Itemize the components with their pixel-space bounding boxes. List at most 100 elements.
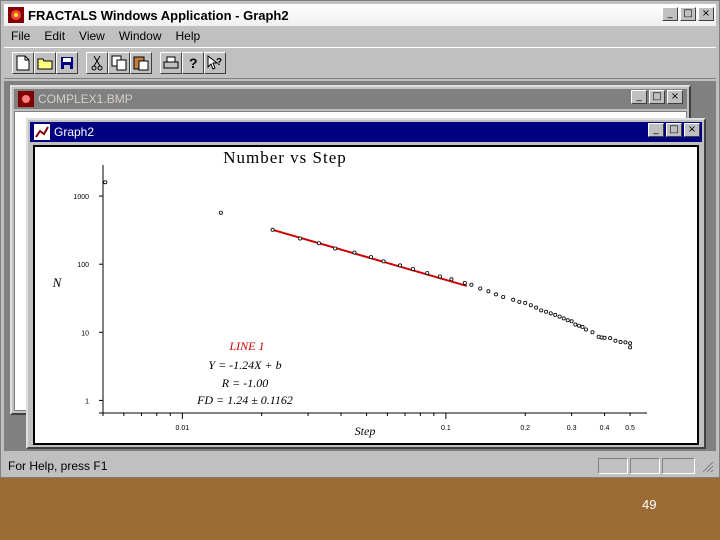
data-point: [333, 246, 338, 251]
data-point: [623, 340, 628, 345]
data-point: [410, 267, 415, 272]
page-number: 49: [642, 497, 657, 512]
status-pane-3: [662, 458, 695, 474]
data-point: [449, 277, 454, 282]
cut-button[interactable]: [86, 52, 108, 74]
data-point: [580, 324, 585, 329]
complex-maximize-button[interactable]: □: [649, 90, 665, 104]
graph-minimize-button[interactable]: _: [648, 123, 664, 137]
graph-window-title: Graph2: [54, 125, 95, 139]
data-point: [469, 282, 474, 287]
mdi-client-area: COMPLEX1.BMP _ □ × Graph2 _ □ × Number v…: [4, 81, 716, 451]
status-pane-1: [598, 458, 628, 474]
data-point: [539, 308, 544, 313]
graph-window[interactable]: Graph2 _ □ × Number vs Step N Step 1000 1…: [26, 118, 706, 449]
paste-button[interactable]: [130, 52, 152, 74]
data-point: [618, 340, 623, 345]
data-point: [561, 316, 566, 321]
copy-button[interactable]: [108, 52, 130, 74]
annotation-line-label: LINE 1: [228, 339, 264, 353]
menu-edit[interactable]: Edit: [37, 29, 72, 43]
data-point: [103, 180, 108, 185]
help-button[interactable]: ?: [182, 52, 204, 74]
data-point: [544, 309, 549, 314]
x-axis-label: Step: [355, 424, 376, 438]
bitmap-icon: [18, 91, 34, 107]
data-point: [494, 292, 499, 297]
data-point: [613, 338, 618, 343]
data-point: [628, 345, 633, 350]
data-point: [583, 327, 588, 332]
complex-minimize-button[interactable]: _: [631, 90, 647, 104]
chart-title: Number vs Step: [223, 148, 347, 167]
data-point: [590, 330, 595, 335]
data-point: [534, 305, 539, 310]
resize-grip-icon[interactable]: [702, 461, 714, 473]
fit-annotation: LINE 1 Y = -1.24X + b R = -1.00 FD = 1.2…: [196, 339, 293, 407]
cut-icon: [91, 55, 103, 71]
data-point: [438, 274, 443, 279]
help-icon: ?: [189, 55, 198, 71]
data-point: [462, 280, 467, 285]
context-help-button[interactable]: ?: [204, 52, 226, 74]
x-tick-label: 0.01: [176, 425, 190, 432]
x-tick-label: 0.2: [520, 425, 530, 432]
data-point: [608, 336, 613, 341]
print-button[interactable]: [160, 52, 182, 74]
y-tick-label: 100: [77, 262, 89, 269]
data-point: [628, 341, 633, 346]
maximize-button[interactable]: □: [680, 7, 696, 21]
x-tick-label: 0.5: [625, 425, 635, 432]
status-bar: For Help, press F1: [4, 455, 716, 477]
save-icon: [61, 57, 73, 69]
status-pane-2: [630, 458, 660, 474]
fractal-app-icon: [8, 7, 24, 23]
data-point: [352, 250, 357, 255]
graph-maximize-button[interactable]: □: [666, 123, 682, 137]
chart-svg: Number vs Step N Step 1000 100 10 1 0.01 0.1 0…: [52, 148, 647, 438]
chart-axes: 1000 100 10 1 0.01 0.1 0.2 0.3 0.4 0.5: [73, 165, 647, 432]
data-point: [517, 299, 522, 304]
menu-window[interactable]: Window: [112, 29, 169, 43]
data-point: [553, 312, 558, 317]
app-window: FRACTALS Windows Application - Graph2 _ …: [0, 0, 720, 478]
data-point: [381, 259, 386, 264]
print-icon: [163, 56, 179, 69]
y-tick-label: 1: [85, 398, 89, 405]
annotation-r-value: R = -1.00: [221, 376, 268, 390]
toolbar: ? ?: [4, 47, 716, 79]
data-point: [425, 271, 430, 276]
complex-close-button[interactable]: ×: [667, 90, 683, 104]
chart-plot-area: Number vs Step N Step 1000 100 10 1 0.01 0.1 0…: [33, 145, 699, 445]
x-tick-label: 0.1: [441, 425, 451, 432]
menu-help[interactable]: Help: [169, 29, 208, 43]
open-button[interactable]: [34, 52, 56, 74]
close-button[interactable]: ×: [698, 7, 714, 21]
graph-window-titlebar[interactable]: Graph2: [30, 122, 702, 142]
complex-window-titlebar[interactable]: COMPLEX1.BMP: [14, 89, 687, 109]
data-point: [528, 303, 533, 308]
x-tick-label: 0.3: [567, 425, 577, 432]
data-point: [486, 289, 491, 294]
save-button[interactable]: [56, 52, 78, 74]
svg-text:?: ?: [216, 57, 222, 68]
data-point: [369, 255, 374, 260]
menu-bar: File Edit View Window Help: [4, 26, 716, 46]
data-point: [548, 311, 553, 316]
data-point: [569, 319, 574, 324]
context-help-icon: ?: [207, 55, 222, 70]
new-file-button[interactable]: [12, 52, 34, 74]
y-tick-label: 10: [81, 330, 89, 337]
menu-file[interactable]: File: [4, 29, 37, 43]
app-title: FRACTALS Windows Application - Graph2: [28, 7, 289, 23]
minimize-button[interactable]: _: [662, 7, 678, 21]
x-tick-label: 0.4: [600, 425, 610, 432]
title-bar[interactable]: FRACTALS Windows Application - Graph2 _ …: [4, 4, 716, 26]
graph-close-button[interactable]: ×: [684, 123, 700, 137]
annotation-fd: FD = 1.24 ± 0.1162: [196, 393, 293, 407]
menu-view[interactable]: View: [72, 29, 112, 43]
data-point: [565, 318, 570, 323]
y-axis-label: N: [52, 275, 63, 290]
data-point: [577, 323, 582, 328]
data-point: [298, 236, 303, 241]
